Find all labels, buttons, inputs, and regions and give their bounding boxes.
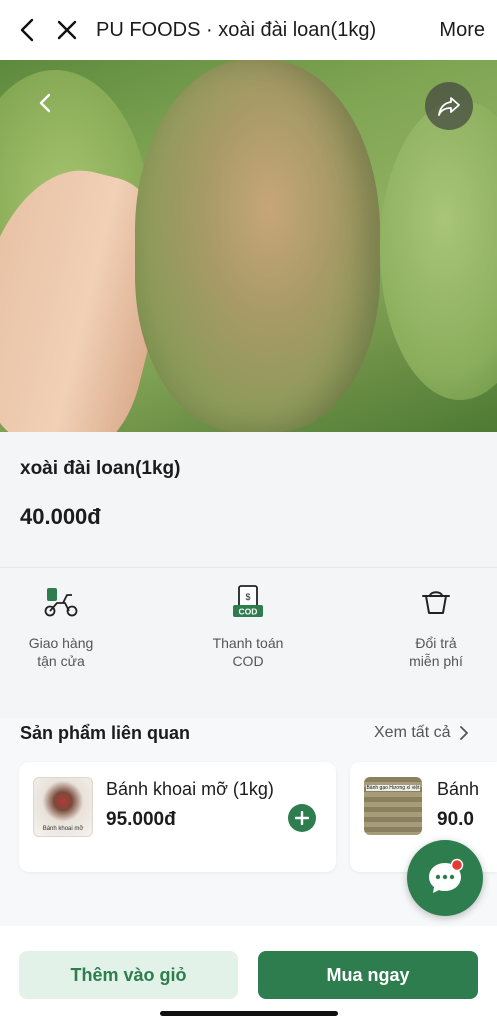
- feature-cod-label: Thanh toán COD: [212, 635, 284, 669]
- share-button[interactable]: [425, 82, 473, 130]
- top-bar: PU FOODS · xoài đài loan(1kg) More: [0, 0, 497, 60]
- thumbnail-caption: Bánh gạo Hương xì việt: [366, 785, 420, 791]
- svg-text:$: $: [245, 592, 250, 602]
- related-product-card[interactable]: Bánh khoai mỡ Bánh khoai mỡ (1kg) 95.000…: [19, 762, 336, 872]
- see-all-link[interactable]: Xem tất cả: [374, 724, 469, 742]
- features-row: Giao hàng tận cửa $ COD Thanh toán COD Đ…: [0, 567, 497, 673]
- back-button[interactable]: [12, 15, 42, 45]
- related-product-name: Bánh khoai mỡ (1kg): [106, 779, 274, 799]
- buy-now-button[interactable]: Mua ngay: [258, 951, 478, 999]
- product-price: 40.000đ: [20, 504, 101, 529]
- add-to-cart-main-button[interactable]: Thêm vào giỏ: [19, 951, 238, 999]
- add-to-cart-button[interactable]: [288, 804, 316, 832]
- home-indicator: [160, 1011, 338, 1016]
- more-button[interactable]: More: [439, 19, 485, 42]
- related-product-name: Bánh: [437, 779, 480, 799]
- feature-return: Đổi trả miễn phí: [371, 584, 497, 670]
- share-arrow-icon: [438, 97, 460, 116]
- close-icon: [57, 20, 77, 40]
- product-name: xoài đài loan(1kg): [20, 458, 181, 479]
- chat-button[interactable]: [407, 840, 483, 916]
- cod-icon-text: COD: [239, 607, 258, 617]
- feature-return-label: Đổi trả miễn phí: [409, 635, 463, 669]
- plus-icon: [295, 811, 309, 825]
- product-thumbnail: Bánh khoai mỡ: [33, 777, 93, 837]
- feature-delivery-label: Giao hàng tận cửa: [28, 635, 94, 669]
- bottom-action-bar: Thêm vào giỏ Mua ngay: [0, 926, 497, 1024]
- related-product-price: 95.000đ: [106, 809, 176, 830]
- related-title: Sản phẩm liên quan: [20, 723, 191, 743]
- thumbnail-caption: Bánh khoai mỡ: [42, 826, 84, 832]
- delivery-scooter-icon: [44, 588, 78, 617]
- cod-payment-icon: $ COD: [233, 585, 263, 617]
- product-image: [0, 60, 497, 432]
- see-all-label: Xem tất cả: [374, 724, 451, 741]
- product-info: xoài đài loan(1kg) 40.000đ: [0, 432, 497, 566]
- chevron-right-icon: [460, 726, 469, 740]
- chevron-left-icon: [20, 18, 34, 42]
- feature-delivery: Giao hàng tận cửa: [0, 584, 126, 670]
- feature-cod: $ COD Thanh toán COD: [183, 584, 313, 670]
- related-product-price: 90.0: [437, 809, 474, 830]
- image-back-button[interactable]: [30, 88, 60, 118]
- chat-bubble-icon: [429, 858, 464, 893]
- return-basket-icon: [422, 591, 450, 614]
- product-thumbnail: Bánh gạo Hương xì việt: [364, 777, 422, 835]
- close-button[interactable]: [52, 15, 82, 45]
- page-title: PU FOODS · xoài đài loan(1kg): [96, 18, 377, 41]
- chevron-left-icon: [39, 93, 51, 113]
